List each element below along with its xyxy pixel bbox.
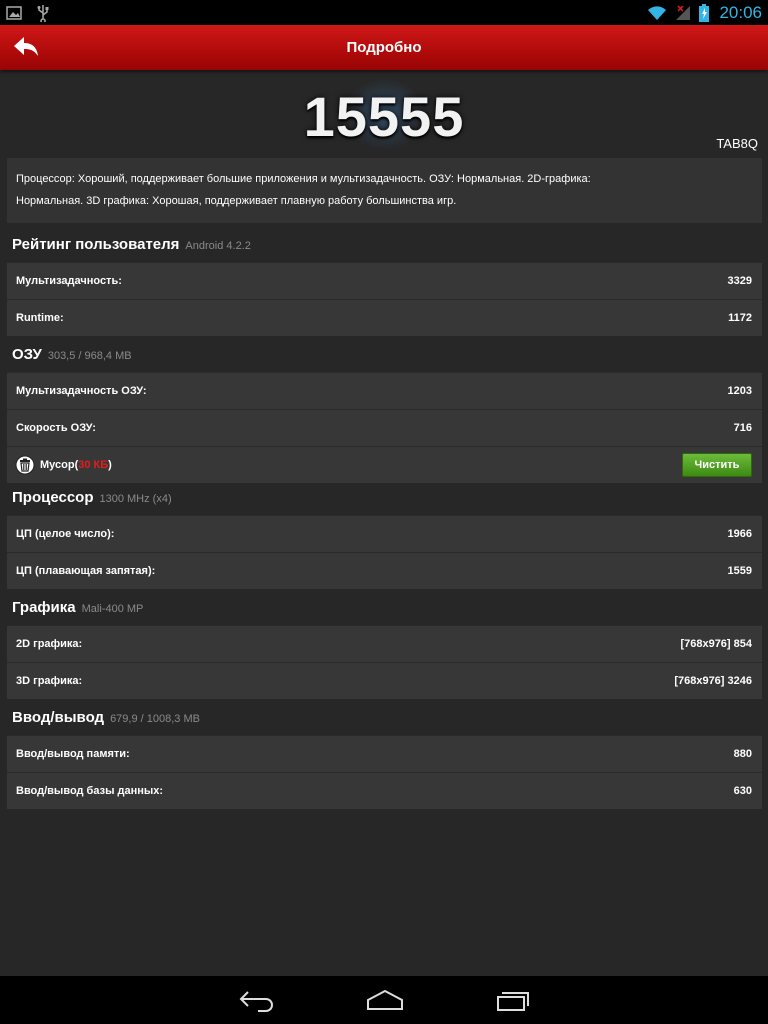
row-label: Runtime:: [16, 312, 64, 324]
section-ux-header: Рейтинг пользователя Android 4.2.2: [12, 236, 251, 258]
table-row: ЦП (целое число): 1966: [7, 515, 762, 552]
row-label: Ввод/вывод памяти:: [16, 748, 130, 760]
section-gpu-header: Графика Mali-400 MP: [12, 599, 143, 621]
wifi-icon: [648, 5, 667, 20]
section-gpu-rows: 2D графика: [768x976] 854 3D графика: [7…: [7, 625, 762, 699]
table-row: Ввод/вывод памяти: 880: [7, 735, 762, 772]
clean-button[interactable]: Чистить: [682, 453, 752, 477]
row-value: [768x976] 3246: [674, 675, 752, 687]
signal-icon: [676, 4, 691, 20]
back-arrow-icon[interactable]: [12, 35, 40, 59]
row-label: Мультизадачность:: [16, 275, 122, 287]
table-row: 2D графика: [768x976] 854: [7, 625, 762, 662]
usb-icon: [37, 4, 49, 22]
trash-size: 30 КБ: [78, 459, 109, 471]
section-ram-subtitle: 303,5 / 968,4 MB: [47, 350, 132, 362]
section-cpu-header: Процессор 1300 MHz (x4): [12, 489, 172, 511]
summary-text: Процессор: Хороший, поддерживает большие…: [7, 158, 762, 223]
row-value: 630: [733, 785, 752, 797]
row-label: ЦП (целое число):: [16, 528, 115, 540]
table-row: Runtime: 1172: [7, 299, 762, 336]
nav-recents-icon[interactable]: [494, 988, 532, 1012]
table-row: Мультизадачность: 3329: [7, 262, 762, 299]
section-io-title: Ввод/вывод: [12, 709, 105, 726]
section-io-header: Ввод/вывод 679,9 / 1008,3 MB: [12, 709, 200, 731]
section-io-subtitle: 679,9 / 1008,3 MB: [110, 713, 200, 725]
trash-icon: [15, 455, 35, 475]
table-row: ЦП (плавающая запятая): 1559: [7, 552, 762, 589]
section-cpu-rows: ЦП (целое число): 1966 ЦП (плавающая зап…: [7, 515, 762, 589]
section-cpu-subtitle: 1300 MHz (x4): [99, 493, 172, 505]
table-row: 3D графика: [768x976] 3246: [7, 662, 762, 699]
row-label: Ввод/вывод базы данных:: [16, 785, 164, 797]
row-value: 1203: [727, 385, 752, 397]
battery-icon: [699, 3, 710, 22]
row-value: 716: [733, 422, 752, 434]
table-row: Ввод/вывод базы данных: 630: [7, 772, 762, 809]
section-ux-rows: Мультизадачность: 3329 Runtime: 1172: [7, 262, 762, 336]
nav-home-icon[interactable]: [366, 988, 404, 1012]
section-ram-header: ОЗУ 303,5 / 968,4 MB: [12, 346, 132, 368]
total-score: 15555: [303, 85, 465, 148]
section-ram-rows: Мультизадачность ОЗУ: 1203 Скорость ОЗУ:…: [7, 372, 762, 483]
status-bar: 20:06: [0, 0, 768, 25]
section-ux-subtitle: Android 4.2.2: [185, 240, 251, 252]
row-value: [768x976] 854: [680, 638, 752, 650]
nav-back-icon[interactable]: [238, 988, 276, 1012]
row-value: 880: [733, 748, 752, 760]
page-title: Подробно: [346, 39, 422, 56]
row-value: 1559: [727, 565, 752, 577]
action-bar: Подробно: [0, 25, 768, 70]
gallery-notification-icon: [6, 5, 22, 20]
row-label: Скорость ОЗУ:: [16, 422, 96, 434]
section-ux-title: Рейтинг пользователя: [12, 236, 180, 253]
row-label: 3D графика:: [16, 675, 83, 687]
section-ram-title: ОЗУ: [12, 346, 42, 363]
row-value: 3329: [727, 275, 752, 287]
table-row: Скорость ОЗУ: 716: [7, 409, 762, 446]
trash-label: Мусор(: [40, 459, 79, 471]
navigation-bar: [0, 976, 768, 1024]
row-label: Мультизадачность ОЗУ:: [16, 385, 147, 397]
section-cpu-title: Процессор: [12, 489, 94, 506]
section-gpu-title: Графика: [12, 599, 76, 616]
device-name: TAB8Q: [716, 136, 758, 151]
row-value: 1172: [728, 312, 752, 324]
table-row: Мультизадачность ОЗУ: 1203: [7, 372, 762, 409]
trash-label-close: ): [108, 459, 112, 471]
status-clock: 20:06: [719, 2, 762, 22]
row-label: 2D графика:: [16, 638, 83, 650]
row-value: 1966: [727, 528, 752, 540]
row-label: ЦП (плавающая запятая):: [16, 565, 156, 577]
section-gpu-subtitle: Mali-400 MP: [81, 603, 144, 615]
section-io-rows: Ввод/вывод памяти: 880 Ввод/вывод базы д…: [7, 735, 762, 809]
trash-row: Мусор(30 КБ) Чистить: [7, 446, 762, 483]
